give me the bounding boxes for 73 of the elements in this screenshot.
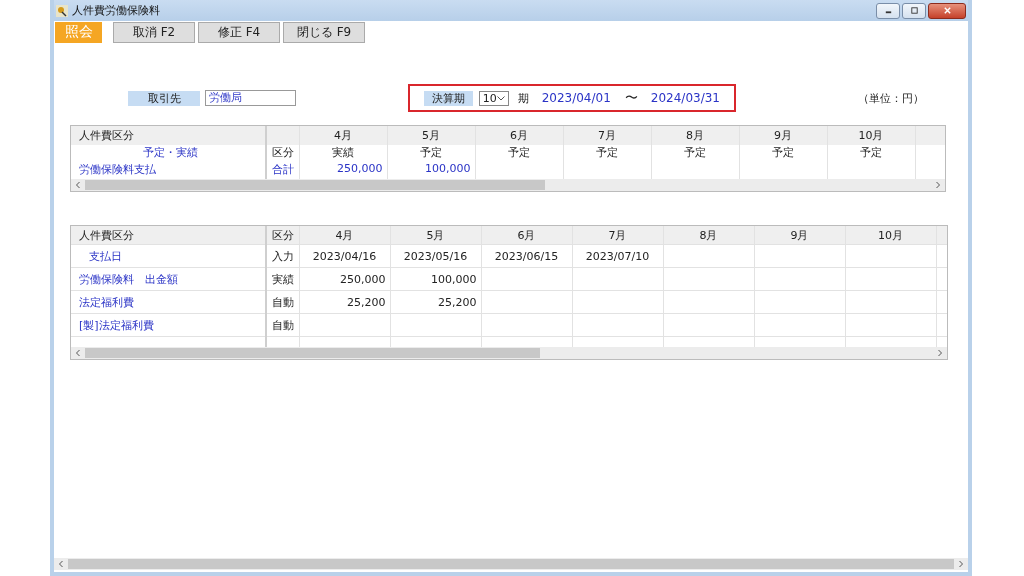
column-header: 9月 — [754, 226, 845, 245]
column-header: 4月 — [299, 126, 387, 145]
table-cell: 予定 — [387, 145, 475, 162]
column-header: 8月 — [663, 226, 754, 245]
column-header: 人件費区分 — [71, 126, 266, 145]
column-header: 10月 — [845, 226, 936, 245]
column-header: 区分 — [266, 226, 299, 245]
scroll-left-icon[interactable] — [58, 560, 64, 568]
column-header: 5月 — [387, 126, 475, 145]
toolbar-button[interactable]: 閉じる F9 — [283, 21, 365, 43]
end-date: 2024/03/31 — [650, 91, 720, 105]
period-suffix: 期 — [517, 90, 529, 106]
table-cell: 2023/05/16 — [390, 244, 481, 268]
window-title: 人件費労働保険料 — [72, 3, 160, 18]
table-cell: 自動 — [266, 313, 299, 337]
table-cell: 入力 — [266, 244, 299, 268]
column-header: 5月 — [390, 226, 481, 245]
table-cell: 2023/07/10 — [572, 244, 663, 268]
row-label: 支払日 — [71, 244, 266, 268]
table-cell: 予定 — [651, 145, 739, 162]
table-cell: 2023/06/15 — [481, 244, 572, 268]
table-cell: 実績 — [299, 145, 387, 162]
table-cell: 250,000 — [299, 267, 390, 291]
column-header: 人件費区分 — [71, 226, 266, 245]
window-scrollbar[interactable] — [54, 558, 968, 570]
scroll-right-icon[interactable] — [935, 181, 941, 189]
maximize-icon — [909, 6, 919, 15]
row-label: 法定福利費 — [71, 290, 266, 314]
close-button[interactable] — [928, 2, 966, 19]
row-label: 予定・実績 — [71, 145, 266, 162]
caret-icon — [496, 95, 505, 101]
table-cell: 2023/04/16 — [299, 244, 390, 268]
close-icon — [942, 6, 952, 15]
app-icon — [56, 4, 68, 17]
scroll-left-icon[interactable] — [75, 349, 81, 357]
table-cell: 25,200 — [299, 290, 390, 314]
row-label: 労働保険料 出金額 — [71, 267, 266, 291]
table-cell: 予定 — [827, 145, 915, 162]
period-dropdown[interactable]: 10 — [478, 90, 509, 106]
column-header: 9月 — [739, 126, 827, 145]
table-cell: 25,200 — [390, 290, 481, 314]
column-header: 6月 — [481, 226, 572, 245]
toolbar-button[interactable]: 修正 F4 — [198, 21, 280, 43]
table-cell: 予定 — [475, 145, 563, 162]
column-header: 7月 — [572, 226, 663, 245]
minimize-button[interactable] — [876, 2, 900, 19]
toolbar-button[interactable]: 取消 F2 — [113, 21, 195, 43]
range-separator: 〜 — [624, 89, 638, 107]
mode-indicator: 照会 — [55, 21, 102, 43]
row-label: 労働保険料支払 — [71, 162, 266, 179]
table-cell: 区分 — [266, 145, 299, 162]
column-header: 4月 — [299, 226, 390, 245]
start-date: 2023/04/01 — [541, 91, 611, 105]
table-cell: 予定 — [563, 145, 651, 162]
horizontal-scrollbar[interactable] — [71, 179, 945, 191]
field-label: 取引先 — [128, 90, 200, 106]
scroll-right-icon[interactable] — [958, 560, 964, 568]
maximize-button[interactable] — [902, 2, 926, 19]
row-label: [製]法定福利費 — [71, 313, 266, 337]
column-header: 8月 — [651, 126, 739, 145]
table-cell: 100,000 — [390, 267, 481, 291]
table-cell: 自動 — [266, 290, 299, 314]
column-header: 6月 — [475, 126, 563, 145]
unit-label: （単位：円） — [858, 90, 924, 106]
table-cell: 実績 — [266, 267, 299, 291]
scroll-right-icon[interactable] — [937, 349, 943, 357]
table-cell: 予定 — [739, 145, 827, 162]
horizontal-scrollbar[interactable] — [71, 347, 947, 359]
scroll-left-icon[interactable] — [75, 181, 81, 189]
column-header: 7月 — [563, 126, 651, 145]
client-field[interactable]: 労働局 — [205, 90, 296, 106]
field-label: 決算期 — [424, 90, 473, 106]
column-header: 10月 — [827, 126, 915, 145]
